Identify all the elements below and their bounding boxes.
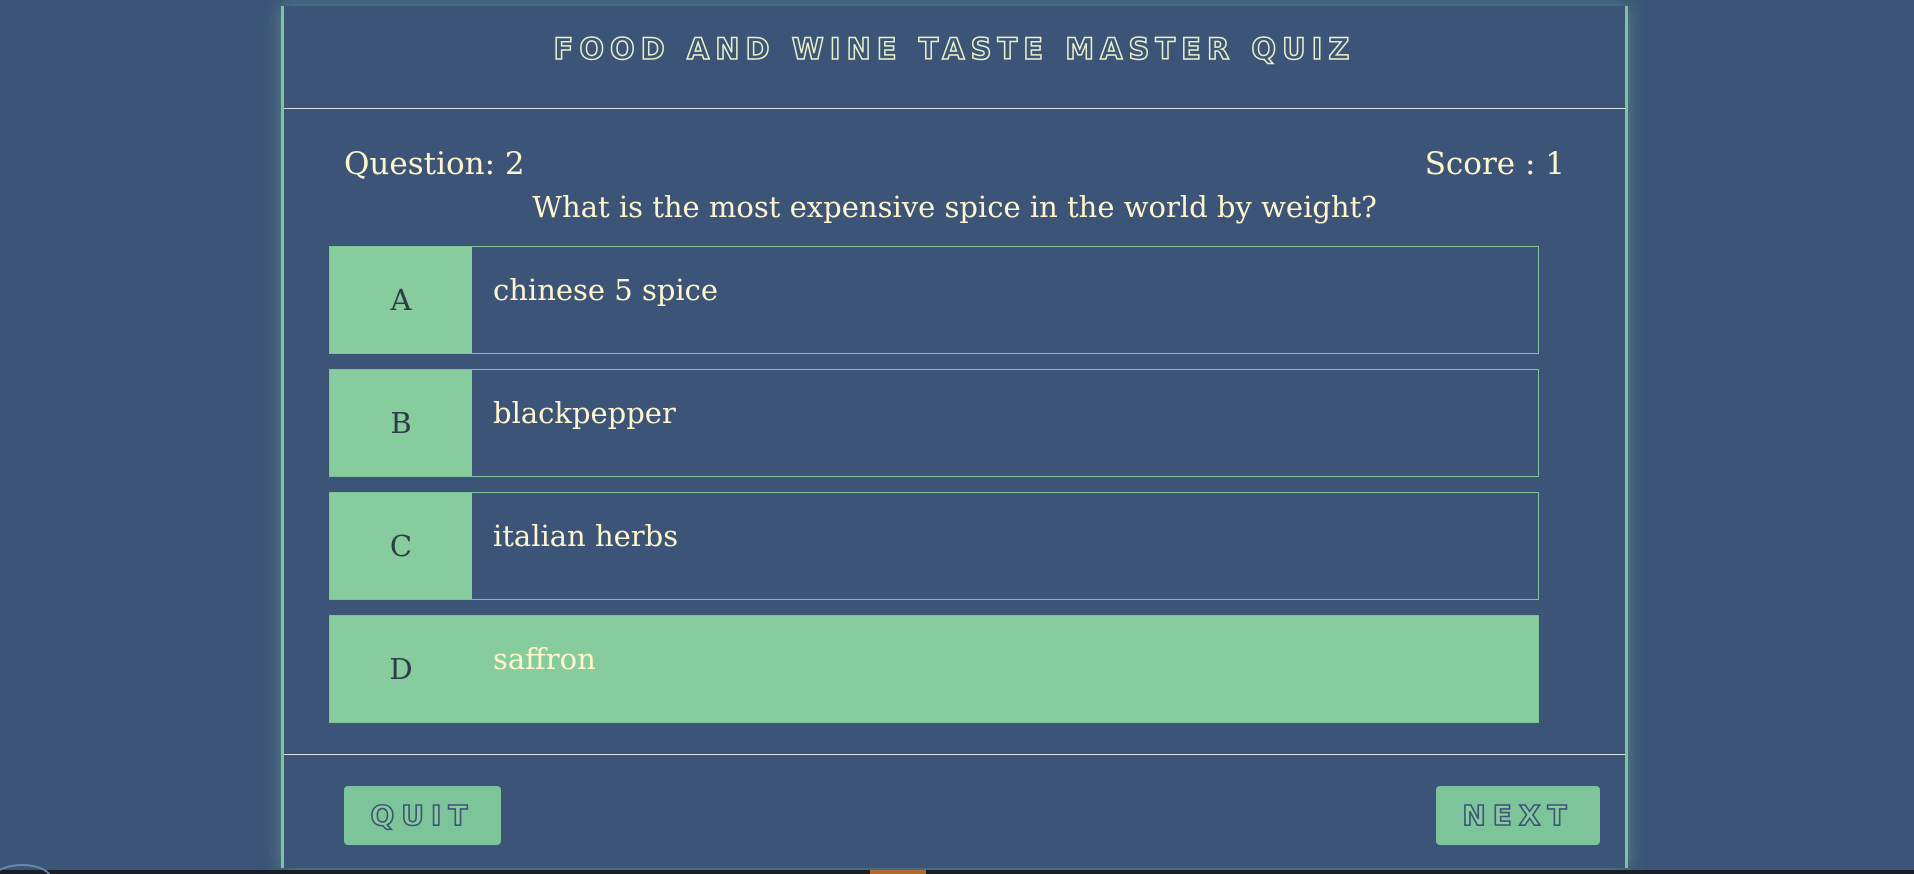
option-text: saffron (493, 642, 596, 676)
option-letter: B (330, 370, 472, 476)
footer-divider (284, 754, 1625, 755)
answer-option-a[interactable]: A chinese 5 spice (329, 246, 1539, 354)
quit-button[interactable]: QUIT (344, 786, 501, 845)
option-text: chinese 5 spice (493, 273, 719, 307)
quiz-title: Food and Wine Taste Master Quiz (553, 31, 1356, 67)
question-text: What is the most expensive spice in the … (532, 190, 1377, 224)
taskbar-accent (870, 870, 926, 874)
taskbar-strip (0, 870, 1914, 874)
option-text: italian herbs (493, 519, 679, 553)
corner-circle-icon[interactable] (0, 864, 52, 874)
answer-option-b[interactable]: B blackpepper (329, 369, 1539, 477)
answer-option-d[interactable]: D saffron (329, 615, 1539, 723)
option-letter: D (330, 616, 472, 722)
option-letter: A (330, 247, 472, 353)
header-divider (284, 108, 1625, 109)
score-display: Score : 1 (1424, 146, 1565, 182)
quiz-card: Food and Wine Taste Master Quiz Question… (281, 6, 1628, 868)
option-text: blackpepper (493, 396, 676, 430)
page: Food and Wine Taste Master Quiz Question… (0, 0, 1914, 874)
question-counter: Question: 2 (344, 146, 525, 182)
answer-option-c[interactable]: C italian herbs (329, 492, 1539, 600)
next-button[interactable]: NEXT (1436, 786, 1600, 845)
option-letter: C (330, 493, 472, 599)
